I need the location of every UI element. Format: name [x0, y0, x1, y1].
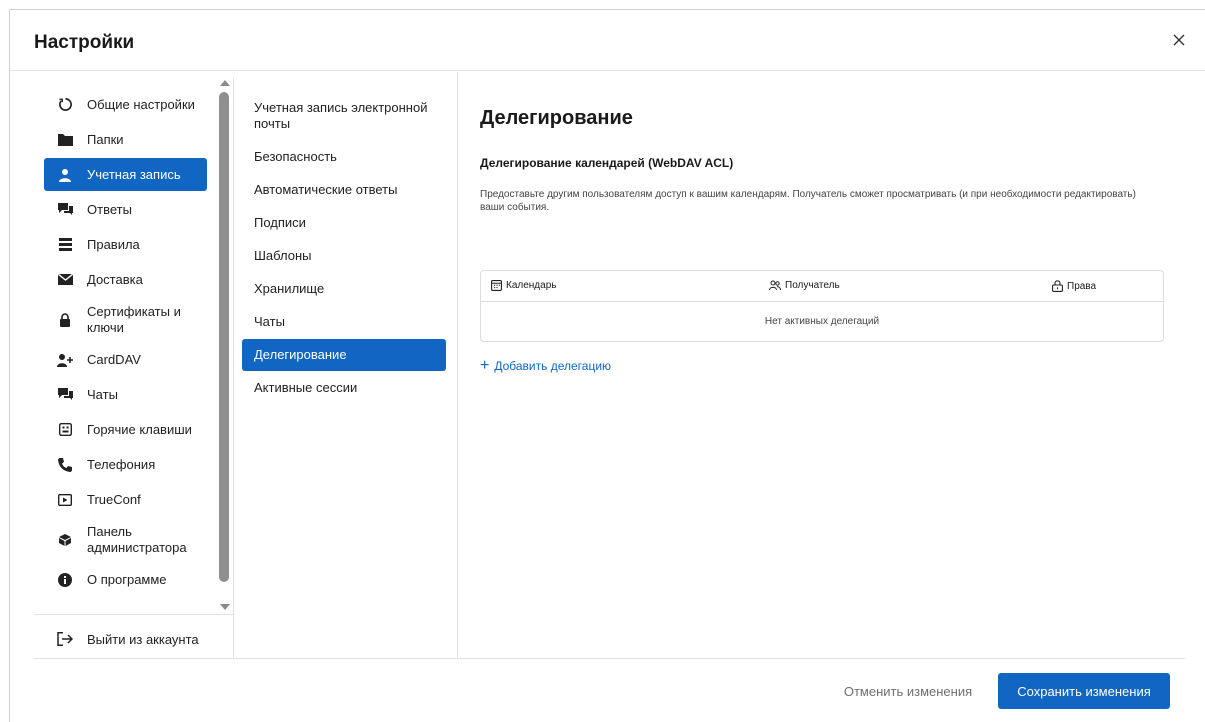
delegation-panel: Делегирование Делегирование календарей (… — [480, 72, 1180, 658]
sidebar-item-label: Доставка — [87, 271, 143, 287]
sidebar-item-label: О программе — [87, 571, 167, 587]
empty-state: Нет активных делегаций — [764, 316, 880, 327]
info-icon — [56, 571, 74, 589]
sidebar-item-label: Ответы — [87, 201, 132, 217]
column-recipient: Получатель — [769, 280, 840, 291]
submenu-item-email-account[interactable]: Учетная запись электронной почты — [242, 92, 446, 140]
submenu-item-auto-replies[interactable]: Автоматические ответы — [242, 174, 446, 206]
sidebar-item-label: CardDAV — [87, 351, 141, 367]
sidebar-item-rules[interactable]: Правила — [44, 228, 207, 261]
add-user-icon — [56, 351, 74, 369]
sidebar-item-label: TrueConf — [87, 491, 141, 507]
lock-icon — [1052, 280, 1063, 292]
sidebar-item-label: Сертификаты и ключи — [87, 303, 181, 335]
section-description: Предоставьте другим пользователям доступ… — [480, 189, 1136, 213]
sidebar-item-account[interactable]: Учетная запись — [44, 158, 207, 191]
chat-icon — [56, 386, 74, 404]
sidebar-item-label: Учетная запись — [87, 166, 181, 182]
submenu-item-active-sessions[interactable]: Активные сессии — [242, 372, 446, 404]
scroll-up-arrow-icon[interactable] — [220, 80, 230, 86]
delegation-table: Календарь Получатель Права Нет активных … — [480, 270, 1164, 342]
keyboard-icon — [56, 421, 74, 439]
sidebar-item-label: Панель администратора — [87, 523, 187, 555]
logout-label: Выйти из аккаунта — [87, 631, 199, 647]
sidebar-item-hotkeys[interactable]: Горячие клавиши — [44, 413, 207, 446]
cancel-button[interactable]: Отменить изменения — [822, 673, 994, 709]
sidebar-item-label: Общие настройки — [87, 96, 195, 112]
add-delegation-label: Добавить делегацию — [494, 359, 612, 373]
video-icon — [56, 491, 74, 509]
page-title: Делегирование — [480, 107, 633, 129]
save-button[interactable]: Сохранить изменения — [998, 673, 1170, 709]
table-header: Календарь Получатель Права — [481, 271, 1163, 302]
account-submenu-list: Учетная запись электронной почты Безопас… — [242, 92, 446, 405]
column-label: Календарь — [506, 280, 557, 291]
envelope-icon — [56, 271, 74, 289]
sidebar-item-carddav[interactable]: CardDAV — [44, 343, 207, 376]
folder-icon — [56, 131, 74, 149]
sidebar-item-about[interactable]: О программе — [44, 563, 207, 596]
users-icon — [769, 280, 781, 291]
admin-icon — [56, 531, 74, 549]
scroll-down-arrow-icon[interactable] — [220, 604, 230, 610]
column-label: Получатель — [785, 280, 840, 291]
logout-button[interactable]: Выйти из аккаунта — [44, 624, 214, 654]
column-rights: Права — [1052, 280, 1096, 292]
sidebar-item-telephony[interactable]: Телефония — [44, 448, 207, 481]
column-calendar: Календарь — [491, 280, 556, 291]
calendar-icon — [491, 280, 502, 291]
sidebar-item-label: Правила — [87, 236, 140, 252]
sidebar-item-label: Папки — [87, 131, 124, 147]
close-icon[interactable] — [1167, 28, 1191, 52]
sidebar-item-general[interactable]: Общие настройки — [44, 88, 207, 121]
sidebar-item-trueconf[interactable]: TrueConf — [44, 483, 207, 516]
footer-divider — [34, 658, 1185, 659]
lock-icon — [56, 311, 74, 329]
account-submenu: Учетная запись электронной почты Безопас… — [234, 72, 458, 658]
submenu-item-chats[interactable]: Чаты — [242, 306, 446, 338]
sidebar-item-folders[interactable]: Папки — [44, 123, 207, 156]
submenu-item-delegation[interactable]: Делегирование — [242, 339, 446, 371]
settings-sidebar: Общие настройки Папки Учетная запись Отв… — [34, 78, 234, 658]
column-label: Права — [1067, 280, 1097, 292]
sidebar-item-label: Телефония — [87, 456, 156, 472]
dialog-title: Настройки — [34, 32, 135, 53]
sidebar-item-admin[interactable]: Панель администратора — [44, 518, 207, 561]
submenu-item-security[interactable]: Безопасность — [242, 141, 446, 173]
sidebar-scrollbar[interactable] — [217, 80, 231, 610]
sidebar-divider — [34, 614, 233, 615]
general-settings-icon — [56, 96, 74, 114]
sidebar-item-label: Горячие клавиши — [87, 421, 192, 437]
replies-icon — [56, 201, 74, 219]
settings-dialog: Настройки Общие настройки Папки Учетная … — [9, 9, 1205, 722]
submenu-item-storage[interactable]: Хранилище — [242, 273, 446, 305]
user-icon — [56, 166, 74, 184]
phone-icon — [56, 456, 74, 474]
sidebar-list: Общие настройки Папки Учетная запись Отв… — [44, 88, 207, 598]
header-divider — [10, 70, 1205, 71]
sidebar-item-chats[interactable]: Чаты — [44, 378, 207, 411]
sidebar-item-certificates[interactable]: Сертификаты и ключи — [44, 298, 207, 341]
sidebar-item-label: Чаты — [87, 386, 118, 402]
submenu-item-templates[interactable]: Шаблоны — [242, 240, 446, 272]
section-title: Делегирование календарей (WebDAV ACL) — [480, 156, 734, 170]
add-delegation-button[interactable]: + Добавить делегацию — [480, 357, 612, 374]
rules-icon — [56, 236, 74, 254]
plus-icon: + — [480, 357, 490, 374]
logout-icon — [56, 630, 74, 648]
sidebar-item-replies[interactable]: Ответы — [44, 193, 207, 226]
sidebar-item-delivery[interactable]: Доставка — [44, 263, 207, 296]
submenu-item-signatures[interactable]: Подписи — [242, 207, 446, 239]
scrollbar-thumb[interactable] — [219, 92, 229, 582]
